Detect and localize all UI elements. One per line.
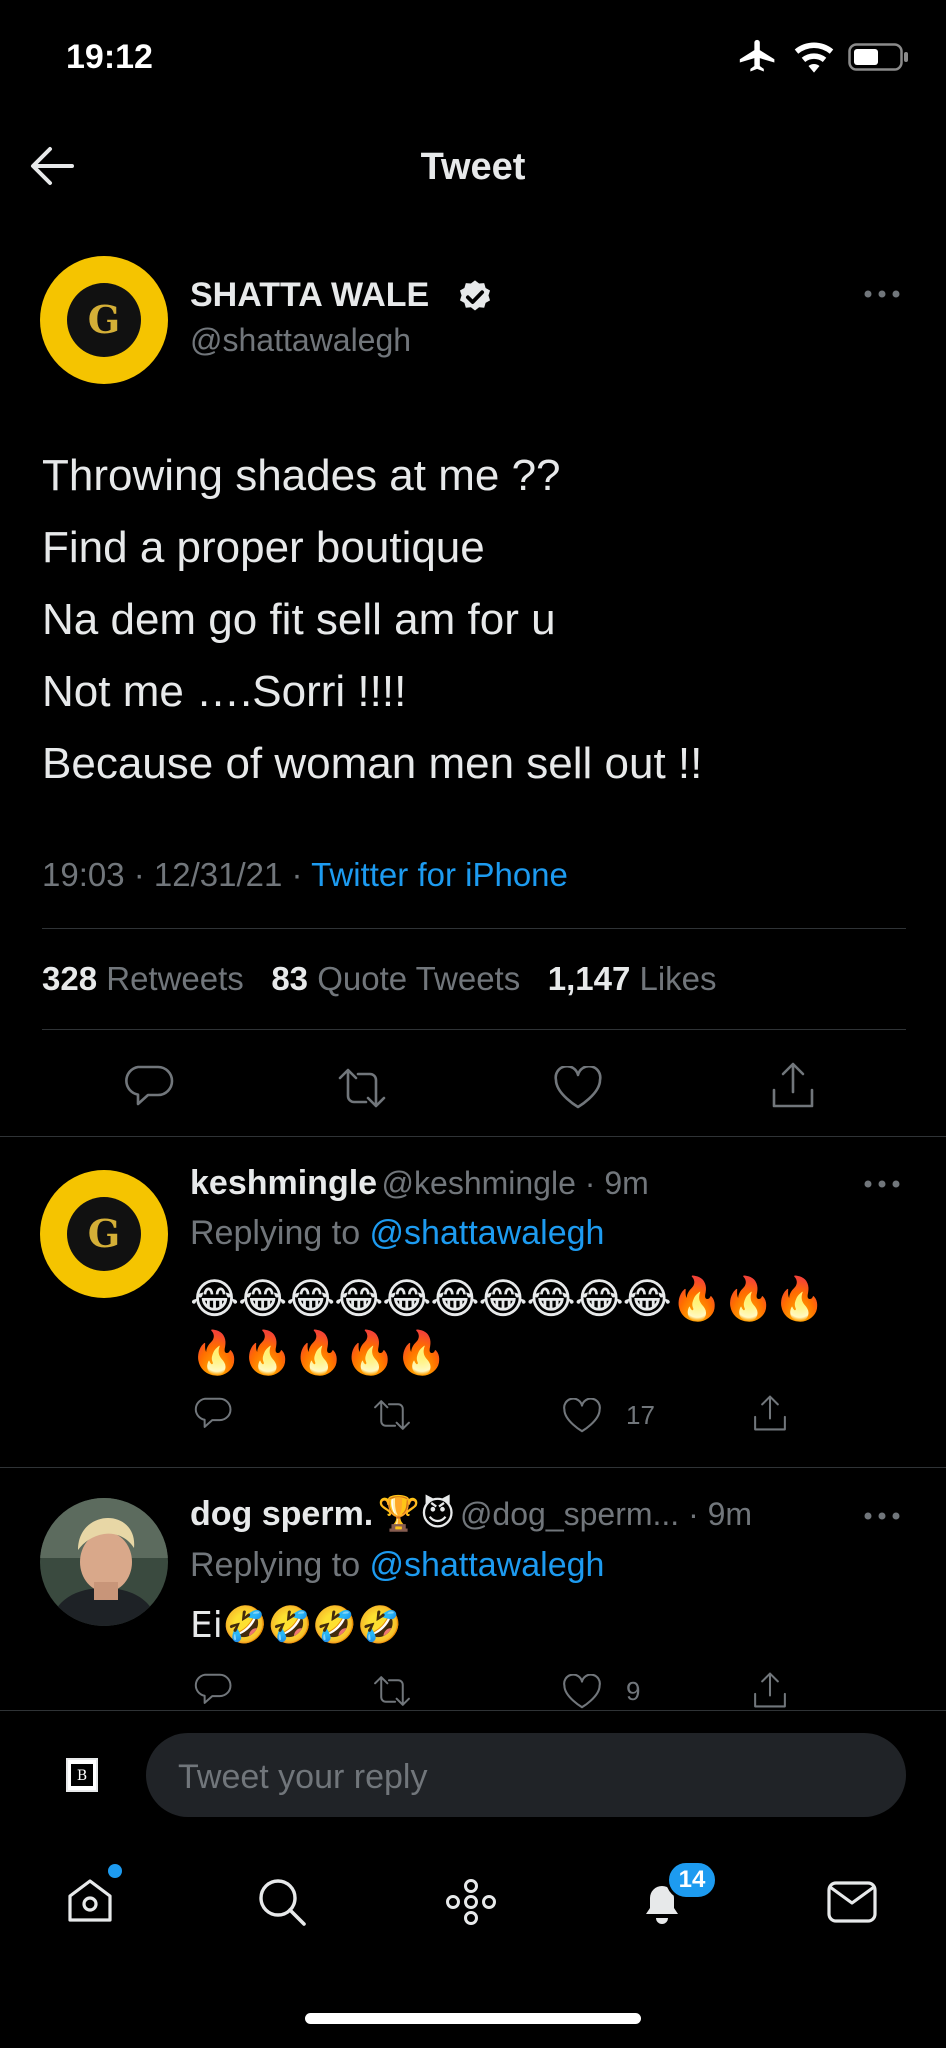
- name-emojis: 🏆😈: [377, 1494, 456, 1534]
- reply-author-name[interactable]: keshmingle: [190, 1164, 377, 1202]
- like-count: 9: [626, 1676, 641, 1706]
- spaces-tab-icon[interactable]: [444, 1878, 498, 1926]
- replying-to-label: Replying to: [190, 1546, 370, 1584]
- page-title: Tweet: [420, 146, 526, 188]
- messages-tab-icon[interactable]: [826, 1880, 878, 1924]
- reply-input-placeholder: Tweet your reply: [178, 1758, 428, 1796]
- airplane-mode-icon: [736, 38, 780, 78]
- like-count: 17: [626, 1400, 655, 1430]
- more-options-icon[interactable]: [862, 288, 902, 300]
- reply-handle-time[interactable]: @keshmingle · 9m: [382, 1165, 649, 1201]
- likes-count: 1,147: [547, 960, 631, 997]
- notifications-badge: 14: [666, 1860, 718, 1900]
- tweet-line: Na dem go fit sell am for u: [42, 595, 556, 644]
- reply-content-line: Ei🤣🤣🤣🤣: [190, 1605, 403, 1646]
- share-icon[interactable]: [752, 1670, 788, 1710]
- retweets-label: Retweets: [106, 960, 244, 997]
- divider: [0, 1467, 946, 1468]
- wifi-icon: [792, 40, 836, 74]
- tweet-line: Not me ….Sorri !!!!: [42, 667, 407, 716]
- author-name[interactable]: SHATTA WALE: [190, 276, 429, 315]
- reply-avatar-photo[interactable]: [40, 1498, 168, 1626]
- avatar-emblem: G: [66, 282, 142, 358]
- author-avatar[interactable]: G: [40, 256, 168, 384]
- author-handle[interactable]: @shattawalegh: [190, 322, 411, 359]
- tweet-stats: 328 Retweets 83 Quote Tweets 1,147 Likes: [42, 960, 717, 998]
- reply-icon[interactable]: [194, 1672, 232, 1708]
- retweet-icon[interactable]: [372, 1674, 412, 1708]
- divider: [0, 1136, 946, 1137]
- quotes-stat[interactable]: 83 Quote Tweets: [271, 960, 520, 997]
- divider: [0, 1710, 946, 1711]
- likes-label: Likes: [639, 960, 717, 997]
- replying-to: Replying to @shattawalegh: [190, 1214, 604, 1253]
- reply-content-line: 🔥🔥🔥🔥🔥: [190, 1328, 447, 1377]
- svg-text:B: B: [77, 1768, 87, 1784]
- tweet-line: Throwing shades at me ??: [42, 451, 561, 500]
- tweet-line: Because of woman men sell out !!: [42, 739, 703, 788]
- tweet-timestamp: 19:03 · 12/31/21 ·: [42, 856, 312, 893]
- reply-more-icon[interactable]: [862, 1510, 902, 1522]
- reply-actions-clipped: 9: [0, 1668, 946, 1710]
- share-icon[interactable]: [752, 1393, 788, 1433]
- home-indicator: [305, 2013, 641, 2024]
- avatar-emblem: G: [66, 1196, 142, 1272]
- reply-author-name[interactable]: dog sperm.: [190, 1495, 373, 1533]
- reply-more-icon[interactable]: [862, 1178, 902, 1190]
- quotes-label: Quote Tweets: [317, 960, 521, 997]
- reply-handle-time[interactable]: @dog_sperm... · 9m: [460, 1496, 752, 1532]
- reply-icon[interactable]: [194, 1396, 232, 1432]
- tweet-line: Find a proper boutique: [42, 523, 485, 572]
- retweet-icon[interactable]: [372, 1398, 412, 1432]
- reply-avatar[interactable]: G: [40, 1170, 168, 1298]
- retweet-icon[interactable]: [336, 1066, 388, 1110]
- divider: [42, 928, 906, 929]
- share-icon[interactable]: [770, 1060, 816, 1110]
- likes-stat[interactable]: 1,147 Likes: [548, 960, 717, 997]
- reply-header: keshmingle @keshmingle · 9m: [190, 1164, 649, 1203]
- reply-content: 😂😂😂😂😂😂😂😂😂😂🔥🔥🔥 🔥🔥🔥🔥🔥: [190, 1272, 826, 1380]
- home-tab-icon[interactable]: [66, 1876, 114, 1924]
- verified-badge-icon: [456, 278, 494, 316]
- tweet-source-link[interactable]: Twitter for iPhone: [311, 856, 568, 893]
- like-heart-icon[interactable]: [553, 1066, 603, 1110]
- like-heart-icon[interactable]: [562, 1674, 602, 1710]
- user-avatar-small[interactable]: B: [66, 1758, 98, 1792]
- divider: [42, 1029, 906, 1030]
- battery-icon: [848, 42, 910, 72]
- home-unread-dot: [108, 1864, 122, 1878]
- status-time: 19:12: [66, 38, 153, 76]
- replying-to: Replying to @shattawalegh: [190, 1546, 604, 1585]
- replying-to-handle[interactable]: @shattawalegh: [370, 1546, 605, 1584]
- reply-header: dog sperm. 🏆😈 @dog_sperm... · 9m: [190, 1494, 752, 1534]
- tweet-meta: 19:03 · 12/31/21 · Twitter for iPhone: [42, 856, 568, 894]
- quotes-count: 83: [271, 960, 309, 997]
- retweets-count: 328: [42, 960, 98, 997]
- search-tab-icon[interactable]: [256, 1876, 308, 1928]
- reply-content-line: 😂😂😂😂😂😂😂😂😂😂🔥🔥🔥: [190, 1274, 826, 1323]
- replying-to-label: Replying to: [190, 1214, 370, 1252]
- like-heart-icon[interactable]: [562, 1398, 602, 1434]
- retweets-stat[interactable]: 328 Retweets: [42, 960, 244, 997]
- reply-icon[interactable]: [124, 1064, 174, 1110]
- replying-to-handle[interactable]: @shattawalegh: [370, 1214, 605, 1252]
- tweet-text: Throwing shades at me ?? Find a proper b…: [42, 440, 922, 800]
